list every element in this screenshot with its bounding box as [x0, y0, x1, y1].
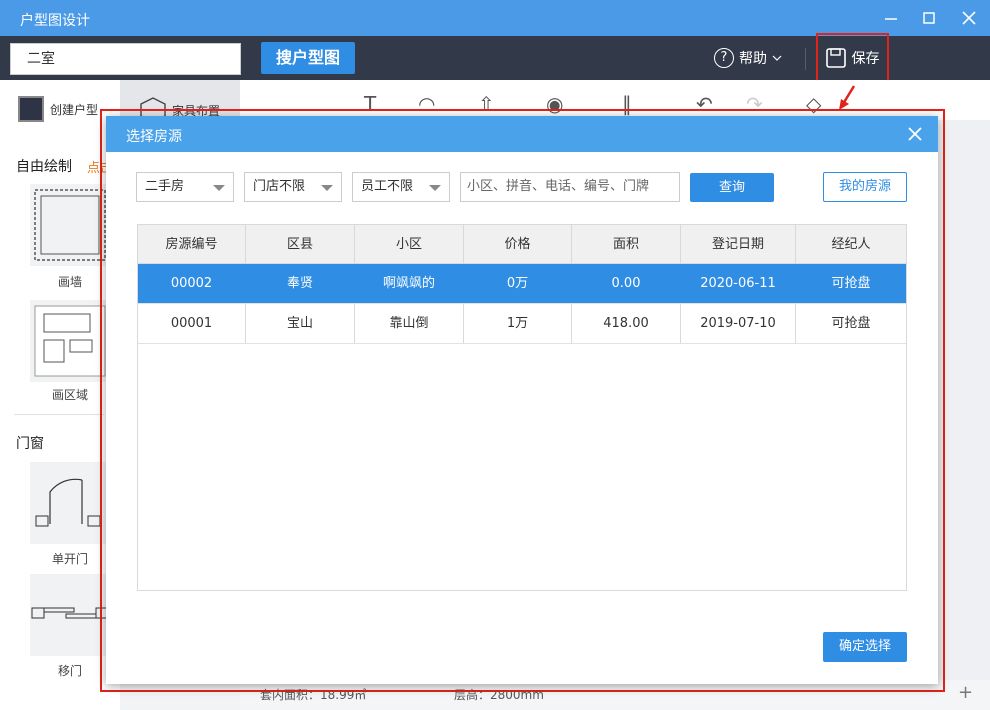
- column-header[interactable]: 房源编号: [138, 225, 246, 263]
- area-icon: [34, 305, 106, 377]
- maximize-button[interactable]: [914, 4, 944, 32]
- column-header[interactable]: 登记日期: [681, 225, 796, 263]
- arrow-icon: [839, 85, 856, 110]
- listing-type-select[interactable]: 二手房: [136, 172, 234, 202]
- maximize-icon: [923, 12, 935, 24]
- table-cell: 2019-07-10: [681, 304, 796, 343]
- chevron-down-icon: [213, 185, 225, 191]
- table-cell: 宝山: [246, 304, 355, 343]
- doors-windows-heading: 门窗: [16, 436, 44, 452]
- canvas-area: [940, 120, 990, 680]
- table-cell: 00002: [138, 264, 246, 303]
- help-icon: ?: [714, 48, 734, 68]
- my-listings-button[interactable]: 我的房源: [823, 172, 907, 202]
- zoom-in-icon[interactable]: +: [958, 682, 973, 703]
- title-bar: 户型图设计: [0, 0, 990, 36]
- store-select[interactable]: 门店不限: [244, 172, 342, 202]
- table-cell: 2020-06-11: [681, 264, 796, 303]
- save-button[interactable]: 保存: [816, 33, 889, 82]
- draw-area-label: 画区域: [51, 388, 88, 402]
- listing-table: 房源编号 区县 小区 价格 面积 登记日期 经纪人 00002 奉贤 啊飒飒的 …: [137, 224, 907, 591]
- table-cell: 啊飒飒的: [355, 264, 464, 303]
- confirm-selection-button[interactable]: 确定选择: [823, 632, 907, 662]
- column-header[interactable]: 面积: [572, 225, 681, 263]
- sliding-door-tool[interactable]: [30, 574, 110, 656]
- column-header[interactable]: 区县: [246, 225, 355, 263]
- select-listing-dialog: 选择房源 二手房 门店不限 员工不限 小区、拼音、电话、编号、门牌 查询 我的房…: [106, 116, 938, 684]
- search-floorplan-button[interactable]: 搜户型图: [261, 42, 355, 74]
- single-door-tool[interactable]: [30, 462, 110, 544]
- chevron-down-icon: [772, 55, 782, 61]
- minimize-icon: [885, 18, 897, 20]
- dialog-title: 选择房源: [126, 129, 182, 145]
- save-icon: [825, 47, 846, 68]
- chevron-down-icon: [321, 185, 333, 191]
- store-value: 门店不限: [253, 179, 306, 194]
- table-cell: 可抢盘: [831, 276, 871, 291]
- sliding-door-label: 移门: [57, 664, 82, 678]
- table-cell: 00001: [138, 304, 246, 343]
- draw-area-tool[interactable]: [30, 300, 110, 382]
- app-title: 户型图设计: [20, 13, 90, 29]
- save-label: 保存: [851, 50, 880, 67]
- create-floorplan-label: 创建户型: [50, 102, 99, 117]
- close-window-button[interactable]: [954, 4, 984, 32]
- column-header[interactable]: 小区: [355, 225, 464, 263]
- table-cell: 0.00: [572, 264, 681, 303]
- close-icon: [962, 11, 976, 25]
- table-cell: 1万: [464, 304, 572, 343]
- free-draw-heading: 自由绘制: [16, 159, 72, 175]
- minimize-button[interactable]: [876, 4, 906, 32]
- table-header: 房源编号 区县 小区 价格 面积 登记日期 经纪人: [138, 225, 906, 264]
- dialog-header: 选择房源: [106, 116, 938, 152]
- single-door-label: 单开门: [51, 552, 88, 566]
- draw-wall-tool[interactable]: [30, 184, 110, 266]
- table-row[interactable]: 00001 宝山 靠山倒 1万 418.00 2019-07-10 可抢盘: [138, 304, 906, 344]
- table-cell: 可抢盘: [831, 316, 871, 331]
- divider: [14, 414, 104, 415]
- table-cell: 418.00: [572, 304, 681, 343]
- column-header[interactable]: 经纪人: [796, 225, 906, 263]
- staff-value: 员工不限: [361, 179, 414, 194]
- help-label: 帮助: [739, 51, 767, 67]
- floorplan-search-input[interactable]: 二室: [10, 43, 241, 75]
- column-header[interactable]: 价格: [464, 225, 572, 263]
- table-cell: 奉贤: [246, 264, 355, 303]
- divider: [805, 48, 806, 70]
- draw-wall-label: 画墙: [57, 275, 82, 289]
- chevron-down-icon: [429, 185, 441, 191]
- sliding-door-icon: [31, 607, 109, 619]
- top-toolbar: 二室 搜户型图 ? 帮助 保存: [0, 33, 990, 82]
- listing-type-value: 二手房: [145, 179, 185, 194]
- create-floorplan-tab[interactable]: 创建户型: [18, 96, 98, 122]
- wall-icon: [34, 189, 106, 261]
- staff-select[interactable]: 员工不限: [352, 172, 450, 202]
- table-cell: 0万: [464, 264, 572, 303]
- table-row[interactable]: 00002 奉贤 啊飒飒的 0万 0.00 2020-06-11 可抢盘: [138, 264, 906, 304]
- close-icon[interactable]: [906, 125, 924, 143]
- floorplan-icon: [18, 96, 44, 122]
- single-door-icon: [35, 478, 101, 527]
- help-menu[interactable]: ? 帮助: [714, 47, 782, 69]
- table-cell: 靠山倒: [355, 304, 464, 343]
- keyword-input[interactable]: 小区、拼音、电话、编号、门牌: [460, 172, 680, 202]
- query-button[interactable]: 查询: [690, 173, 774, 202]
